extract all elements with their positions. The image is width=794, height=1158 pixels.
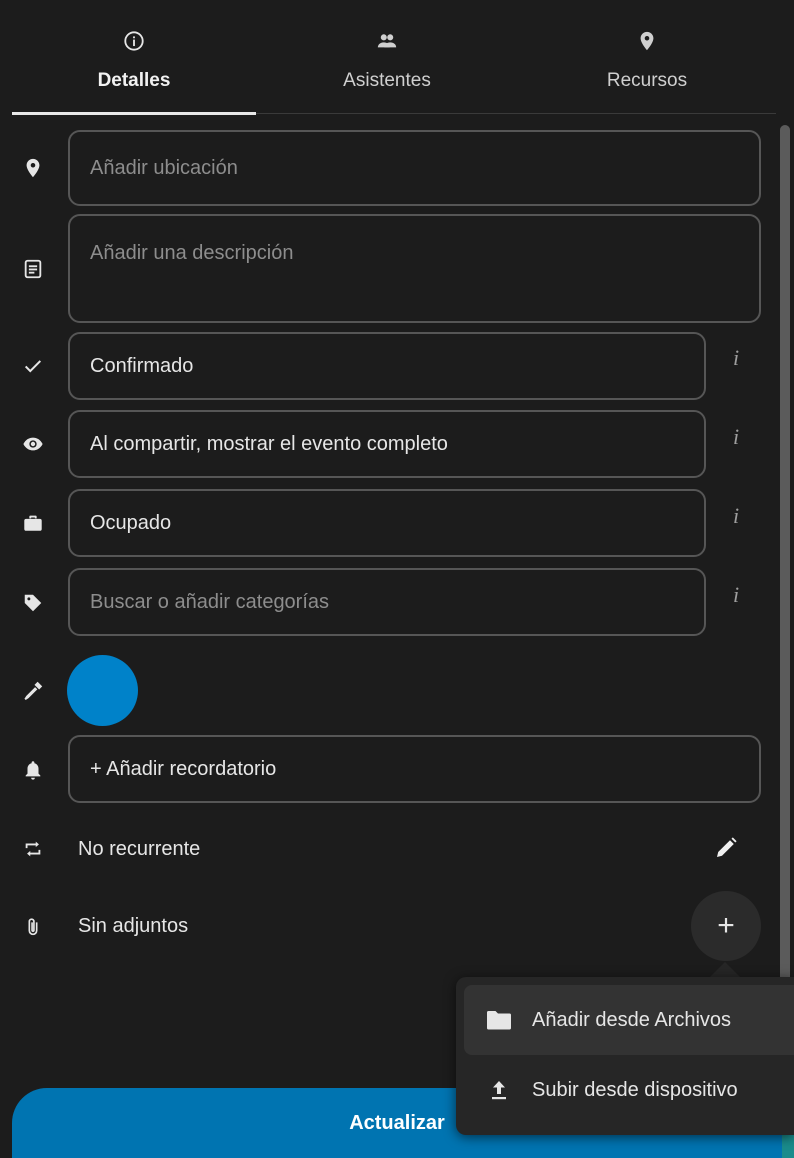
- categories-info-button[interactable]: i: [726, 582, 746, 608]
- info-icon: [124, 31, 144, 51]
- description-input[interactable]: Añadir una descripción: [68, 214, 761, 323]
- tab-resources[interactable]: Recursos: [518, 20, 776, 113]
- tab-label: Asistentes: [343, 70, 431, 91]
- scrollbar[interactable]: [780, 125, 790, 985]
- map-marker-icon: [20, 155, 46, 181]
- add-reminder-button[interactable]: + Añadir recordatorio: [68, 735, 761, 803]
- status-info-button[interactable]: i: [726, 345, 746, 371]
- popover-arrow: [709, 962, 741, 978]
- pencil-icon: [717, 837, 737, 857]
- folder-icon: [487, 1011, 511, 1030]
- briefcase-icon: [20, 510, 46, 536]
- tab-label: Detalles: [97, 70, 171, 91]
- menu-item-label: Añadir desde Archivos: [532, 1008, 732, 1031]
- check-icon: [20, 353, 46, 379]
- attachment-menu: Añadir desde Archivos Subir desde dispos…: [456, 977, 794, 1135]
- tab-label: Recursos: [606, 70, 688, 91]
- status-select[interactable]: Confirmado: [68, 332, 706, 400]
- event-color-picker[interactable]: [67, 655, 138, 726]
- map-marker-icon: [640, 31, 654, 51]
- visibility-select[interactable]: Al compartir, mostrar el evento completo: [68, 410, 706, 478]
- visibility-info-button[interactable]: i: [726, 424, 746, 450]
- edit-recurrence-button[interactable]: [708, 830, 744, 866]
- description-icon: [20, 256, 46, 282]
- event-details-panel: Detalles Asistentes Recursos Añadir ubic…: [0, 0, 794, 1158]
- menu-item-add-from-files[interactable]: Añadir desde Archivos: [464, 985, 794, 1055]
- location-input[interactable]: Añadir ubicación: [68, 130, 761, 206]
- availability-info-button[interactable]: i: [726, 503, 746, 529]
- repeat-icon: [20, 836, 46, 862]
- tab-attendees[interactable]: Asistentes: [256, 20, 518, 113]
- tab-bar: Detalles Asistentes Recursos: [12, 20, 776, 115]
- eye-icon: [20, 431, 46, 457]
- eyedropper-icon: [20, 678, 46, 704]
- menu-item-upload-from-device[interactable]: Subir desde dispositivo: [464, 1055, 794, 1125]
- availability-select[interactable]: Ocupado: [68, 489, 706, 557]
- tab-details[interactable]: Detalles: [12, 20, 256, 115]
- menu-item-label: Subir desde dispositivo: [532, 1078, 738, 1101]
- paperclip-icon: [20, 914, 46, 940]
- categories-input[interactable]: Buscar o añadir categorías: [68, 568, 706, 636]
- recurrence-label: No recurrente: [78, 838, 201, 860]
- bell-icon: [20, 757, 46, 783]
- tag-icon: [20, 590, 46, 616]
- add-attachment-button[interactable]: +: [691, 891, 761, 961]
- attachments-label: Sin adjuntos: [78, 915, 189, 937]
- people-icon: [377, 34, 397, 48]
- upload-icon: [492, 1081, 506, 1100]
